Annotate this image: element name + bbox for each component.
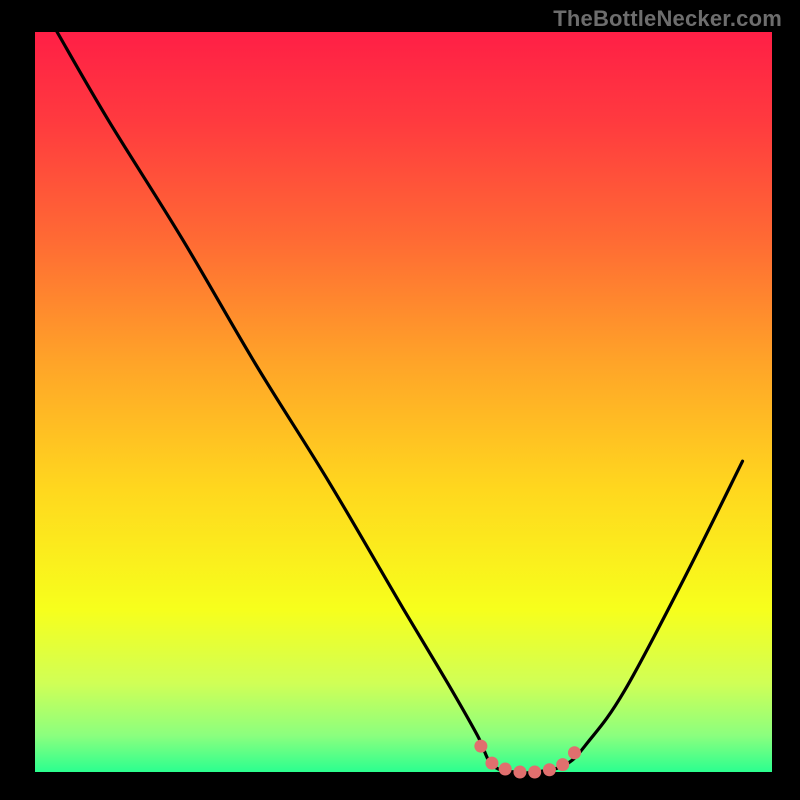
optimal-marker: [556, 758, 569, 771]
optimal-marker: [528, 766, 541, 779]
optimal-marker: [499, 763, 512, 776]
optimal-marker: [513, 766, 526, 779]
optimal-marker: [485, 757, 498, 770]
chart-frame: { "attribution": "TheBottleNecker.com", …: [0, 0, 800, 800]
bottleneck-chart: [0, 0, 800, 800]
plot-area: [35, 32, 772, 772]
attribution-label: TheBottleNecker.com: [553, 6, 782, 32]
optimal-marker: [568, 746, 581, 759]
optimal-marker: [474, 740, 487, 753]
optimal-marker: [543, 763, 556, 776]
